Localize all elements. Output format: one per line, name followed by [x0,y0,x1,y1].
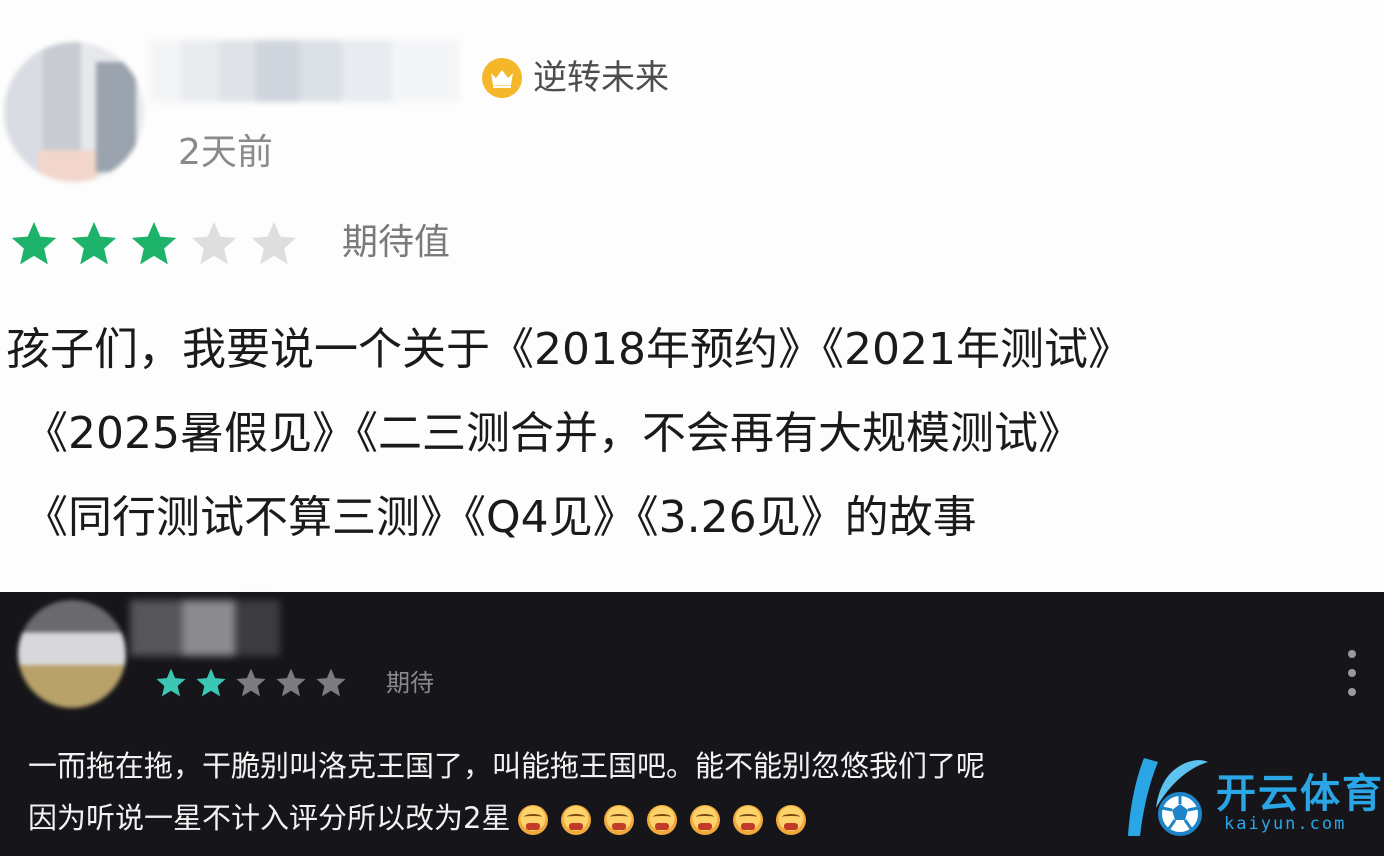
scream-emoji-icon [518,805,549,835]
scream-emoji-icon [647,805,678,835]
star-rating [154,666,354,700]
crown-icon [482,58,522,98]
review-text-line: 《2025暑假见》《二三测合并，不会再有大规模测试》 [24,408,1082,459]
star-filled-icon [128,218,188,270]
watermark-brand: 开云体育 [1216,771,1384,817]
emoji-row [518,805,807,835]
scream-emoji-icon [561,805,592,835]
star-filled-icon [8,218,68,270]
watermark: 开云体育 kaiyun.com [1112,748,1384,848]
rating-label: 期待 [386,669,434,697]
star-empty-icon [274,666,314,700]
star-rating [8,218,308,270]
star-empty-icon [234,666,274,700]
rating-label: 期待值 [342,222,451,263]
review-text-line: 《同行测试不算三测》《Q4见》《3.26见》的故事 [24,492,977,543]
star-empty-icon [314,666,354,700]
scream-emoji-icon [776,805,807,835]
review-text: 孩子们，我要说一个关于《2018年预约》《2021年测试》 《2025暑假见》《… [6,308,1382,560]
review-card-top: 逆转未来 2天前 期待值 孩子们，我要说一个关于《2018年预约》《2021年测… [0,0,1384,592]
user-avatar[interactable] [4,42,144,182]
review-text-line: 孩子们，我要说一个关于《2018年预约》《2021年测试》 [6,324,1132,375]
review-text-line-with-emoji: 因为听说一星不计入评分所以改为2星 [28,792,1178,844]
post-time: 2天前 [178,132,273,173]
star-empty-icon [248,218,308,270]
scream-emoji-icon [604,805,635,835]
username-blurred[interactable] [150,40,460,102]
star-empty-icon [188,218,248,270]
star-filled-icon [154,666,194,700]
scream-emoji-icon [690,805,721,835]
review-text-line: 一而拖在拖，干脆别叫洛克王国了，叫能拖王国吧。能不能别忽悠我们了呢 [28,749,986,783]
star-filled-icon [68,218,128,270]
soccer-ball-logo-icon [1128,758,1208,836]
user-avatar[interactable] [18,600,126,708]
review-text: 一而拖在拖，干脆别叫洛克王国了，叫能拖王国吧。能不能别忽悠我们了呢 因为听说一星… [28,740,1178,844]
watermark-domain: kaiyun.com [1224,814,1347,834]
star-filled-icon [194,666,234,700]
more-vertical-icon[interactable] [1340,648,1364,698]
username-blurred[interactable] [130,600,280,656]
review-text-line: 因为听说一星不计入评分所以改为2星 [28,801,511,835]
user-badge-title: 逆转未来 [533,58,669,98]
scream-emoji-icon [733,805,764,835]
